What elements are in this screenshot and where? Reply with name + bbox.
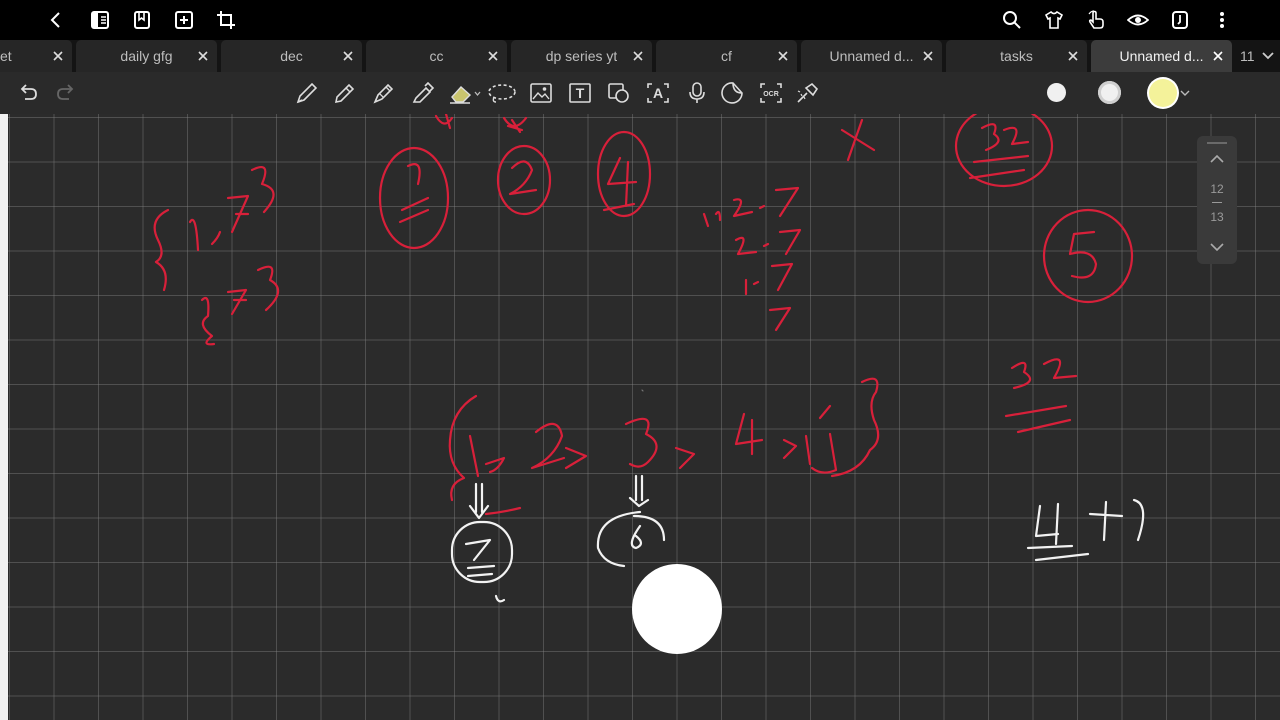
tab-item[interactable]: tasks	[946, 40, 1087, 72]
page-settings-icon[interactable]	[1168, 8, 1192, 32]
close-tab-icon[interactable]	[50, 48, 66, 64]
total-pages: 13	[1210, 210, 1224, 224]
close-tab-icon[interactable]	[195, 48, 211, 64]
tab-item-active[interactable]: Unnamed d...	[1091, 40, 1232, 72]
tool-bar: T A OCR	[0, 72, 1280, 114]
shape-icon[interactable]	[606, 81, 632, 105]
pager-handle[interactable]	[1207, 142, 1227, 144]
page-navigator: 12 13	[1197, 136, 1237, 264]
ocr-label: OCR	[763, 91, 779, 98]
close-tab-icon[interactable]	[920, 48, 936, 64]
textbox-tool-glyph: A	[653, 85, 663, 101]
tab-label: cf	[721, 48, 732, 64]
ocr-icon[interactable]: OCR	[758, 81, 784, 105]
laser-pointer-icon[interactable]	[794, 81, 820, 105]
image-icon[interactable]	[528, 81, 554, 105]
tab-label: tasks	[1000, 48, 1033, 64]
marker-icon[interactable]	[410, 81, 436, 105]
sidebar-icon[interactable]	[88, 8, 112, 32]
page-divider	[1212, 202, 1222, 203]
eraser-icon[interactable]	[448, 81, 482, 105]
close-tab-icon[interactable]	[485, 48, 501, 64]
tab-item[interactable]: cf	[656, 40, 797, 72]
color-swatch-2[interactable]	[1098, 81, 1121, 104]
tab-item[interactable]: daily gfg	[76, 40, 217, 72]
back-icon[interactable]	[44, 8, 68, 32]
tab-bar: et daily gfg dec cc dp series yt cf Unna…	[0, 40, 1280, 72]
undo-icon[interactable]	[16, 81, 40, 105]
redo-icon[interactable]	[54, 81, 78, 105]
tab-label: daily gfg	[120, 48, 173, 64]
chevron-down-icon[interactable]	[1180, 89, 1190, 97]
top-app-bar	[0, 0, 1280, 40]
close-tab-icon[interactable]	[630, 48, 646, 64]
tab-item[interactable]: et	[0, 40, 72, 72]
pencil-icon[interactable]	[332, 81, 358, 105]
close-tab-icon[interactable]	[1065, 48, 1081, 64]
shirt-icon[interactable]	[1042, 8, 1066, 32]
tab-label: dec	[280, 48, 303, 64]
search-icon[interactable]	[1000, 8, 1024, 32]
chevron-down-icon[interactable]	[1209, 242, 1225, 252]
tab-label: Unnamed d...	[1119, 48, 1204, 64]
tab-item[interactable]: dp series yt	[511, 40, 652, 72]
touch-icon[interactable]	[1084, 8, 1108, 32]
close-tab-icon[interactable]	[775, 48, 791, 64]
tab-label: cc	[429, 48, 444, 64]
touch-indicator	[632, 564, 722, 654]
pen-icon[interactable]	[371, 81, 397, 105]
note-canvas[interactable]	[0, 114, 1280, 720]
current-page: 12	[1210, 182, 1224, 196]
tab-item[interactable]: dec	[221, 40, 362, 72]
color-swatch-1[interactable]	[1047, 83, 1066, 102]
tab-count: 11	[1240, 48, 1255, 64]
tab-label: et	[0, 48, 12, 64]
tab-label: dp series yt	[545, 48, 618, 64]
sticker-icon[interactable]	[720, 81, 746, 105]
more-icon[interactable]	[1210, 8, 1234, 32]
tab-item[interactable]: cc	[366, 40, 507, 72]
chevron-up-icon[interactable]	[1209, 154, 1225, 164]
fountain-pen-icon[interactable]	[294, 81, 320, 105]
close-tab-icon[interactable]	[340, 48, 356, 64]
lasso-icon[interactable]	[486, 81, 518, 105]
microphone-icon[interactable]	[684, 81, 710, 105]
chevron-down-icon	[1261, 52, 1274, 60]
text-icon[interactable]: T	[567, 81, 593, 105]
text-tool-glyph: T	[576, 85, 585, 101]
add-page-icon[interactable]	[172, 8, 196, 32]
bookmark-icon[interactable]	[130, 8, 154, 32]
color-swatch-selected[interactable]	[1149, 79, 1177, 107]
tab-label: Unnamed d...	[829, 48, 914, 64]
close-tab-icon[interactable]	[1210, 48, 1226, 64]
text-box-icon[interactable]: A	[645, 81, 671, 105]
tab-item[interactable]: Unnamed d...	[801, 40, 942, 72]
crop-icon[interactable]	[214, 8, 238, 32]
tab-overflow[interactable]: 11	[1240, 40, 1275, 72]
page-left-edge	[0, 114, 8, 720]
eye-icon[interactable]	[1126, 8, 1150, 32]
